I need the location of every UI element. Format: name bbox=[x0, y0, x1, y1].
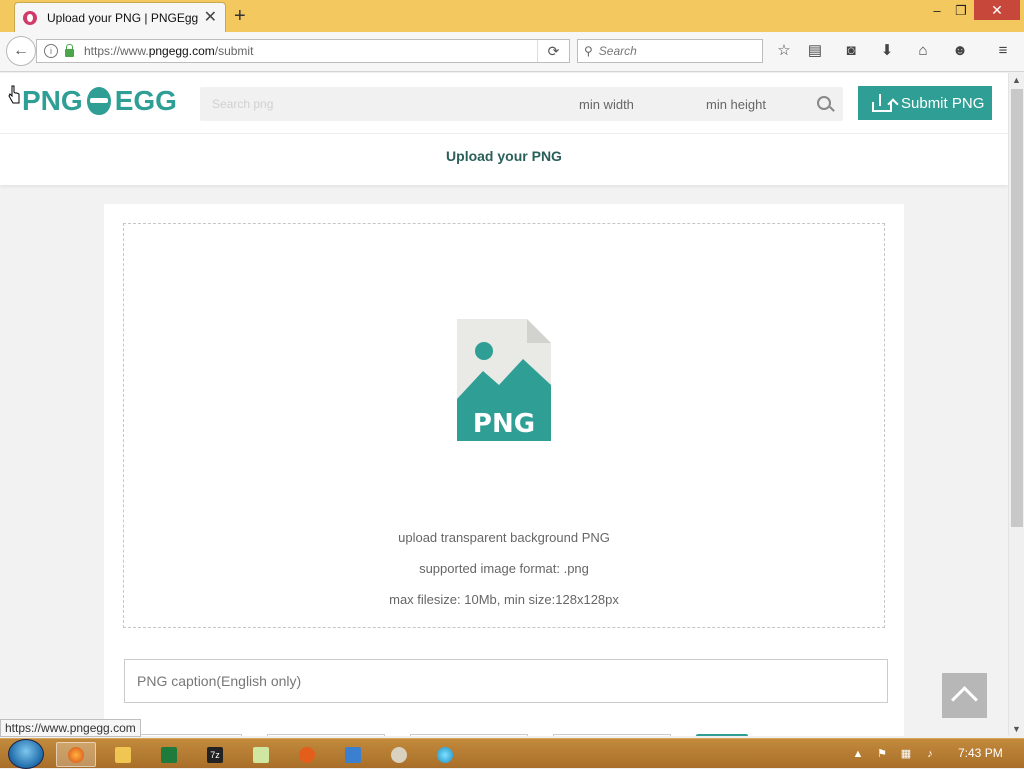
back-button[interactable]: ← bbox=[6, 36, 36, 66]
windows-taskbar: 7z ▲ ⚑ ▦ ♪ 7:43 PM bbox=[0, 738, 1024, 769]
taskbar-notepad[interactable] bbox=[241, 742, 281, 767]
start-button[interactable] bbox=[8, 739, 44, 769]
taskbar-remote-desktop[interactable] bbox=[333, 742, 373, 767]
browser-navbar: ← i https://www.pngegg.com/submit ⟳ ⚲ Se… bbox=[0, 32, 1024, 72]
restore-window-icon[interactable]: ❐ bbox=[948, 3, 974, 23]
tray-flag-icon[interactable]: ⚑ bbox=[875, 747, 889, 761]
form-field-4[interactable] bbox=[553, 734, 671, 736]
submit-png-button[interactable]: Submit PNG bbox=[858, 86, 992, 120]
site-search-icon[interactable] bbox=[817, 96, 831, 110]
page-scrollbar[interactable]: ▲ ▼ bbox=[1008, 73, 1024, 736]
back-to-top-button[interactable] bbox=[942, 673, 987, 718]
browser-search-placeholder: Search bbox=[598, 44, 637, 58]
logo-text-left: PNG bbox=[22, 85, 83, 116]
site-header: PNG EGG Search png min width min height … bbox=[0, 73, 1008, 133]
scroll-up-icon[interactable]: ▲ bbox=[1012, 75, 1021, 85]
hello-chat-icon[interactable]: ☻ bbox=[950, 41, 970, 61]
url-prefix: https://www. bbox=[84, 44, 149, 58]
png-caption-input[interactable]: PNG caption(English only) bbox=[124, 659, 888, 703]
url-path: /submit bbox=[214, 44, 254, 58]
taskbar-excel[interactable] bbox=[149, 742, 189, 767]
taskbar-globe[interactable] bbox=[425, 742, 465, 767]
form-submit-button[interactable] bbox=[696, 734, 748, 736]
lock-icon bbox=[65, 43, 74, 57]
tray-volume-icon[interactable]: ♪ bbox=[923, 747, 937, 761]
tool-icon bbox=[391, 746, 407, 763]
notepad-icon bbox=[253, 746, 269, 763]
close-tab-icon[interactable]: ✕ bbox=[204, 9, 217, 26]
url-text[interactable]: https://www.pngegg.com/submit bbox=[84, 44, 537, 58]
page-subheader: Upload your PNG bbox=[0, 133, 1008, 185]
browser-search-bar[interactable]: ⚲ Search bbox=[577, 39, 763, 63]
upload-dropzone[interactable]: PNG upload transparent background PNG su… bbox=[123, 223, 885, 628]
home-icon[interactable]: ⌂ bbox=[913, 41, 933, 61]
url-domain: pngegg.com bbox=[148, 44, 215, 58]
png-file-icon: PNG bbox=[457, 319, 551, 441]
taskbar-firefox[interactable] bbox=[56, 742, 96, 767]
form-field-3[interactable] bbox=[410, 734, 528, 736]
excel-icon bbox=[161, 746, 177, 763]
status-link-tooltip: https://www.pngegg.com bbox=[0, 719, 141, 737]
taskbar-clock[interactable]: 7:43 PM bbox=[958, 746, 1003, 760]
page-title: Upload your PNG bbox=[446, 148, 562, 164]
min-height-input[interactable]: min height bbox=[706, 97, 766, 112]
browser-titlebar: Upload your PNG | PNGEgg ✕ + – ❐ ✕ bbox=[0, 0, 1024, 32]
magnifier-icon bbox=[299, 746, 315, 763]
egg-mascot-icon bbox=[86, 87, 111, 115]
7zip-icon: 7z bbox=[207, 746, 223, 763]
menu-hamburger-icon[interactable]: ≡ bbox=[993, 41, 1013, 61]
taskbar-tool[interactable] bbox=[379, 742, 419, 767]
taskbar-search-app[interactable] bbox=[287, 742, 327, 767]
reading-list-icon[interactable]: ▤ bbox=[805, 41, 825, 61]
png-icon-label: PNG bbox=[473, 409, 535, 439]
site-search-bar: Search png min width min height bbox=[200, 87, 843, 121]
site-info-icon[interactable]: i bbox=[44, 44, 58, 58]
downloads-icon[interactable]: ⬇ bbox=[877, 41, 897, 61]
dropzone-line-1: upload transparent background PNG bbox=[398, 530, 610, 545]
tab-title: Upload your PNG | PNGEgg bbox=[47, 10, 199, 25]
pngegg-logo[interactable]: PNG EGG bbox=[22, 85, 177, 117]
new-tab-icon[interactable]: + bbox=[234, 6, 246, 26]
logo-text-right: EGG bbox=[114, 85, 177, 116]
close-window-button[interactable]: ✕ bbox=[974, 0, 1020, 20]
reload-icon[interactable]: ⟳ bbox=[537, 40, 569, 62]
firefox-icon bbox=[68, 746, 84, 763]
hand-cursor-icon bbox=[8, 85, 20, 104]
form-field-1[interactable] bbox=[124, 734, 242, 736]
upload-icon bbox=[872, 94, 899, 112]
scroll-down-icon[interactable]: ▼ bbox=[1012, 724, 1021, 734]
form-field-2[interactable] bbox=[267, 734, 385, 736]
site-search-input[interactable]: Search png bbox=[212, 97, 273, 111]
browser-tab-active[interactable]: Upload your PNG | PNGEgg ✕ bbox=[14, 2, 226, 32]
bookmark-star-icon[interactable]: ☆ bbox=[774, 41, 794, 61]
scrollbar-thumb[interactable] bbox=[1011, 89, 1023, 527]
minimize-window-icon[interactable]: – bbox=[924, 3, 950, 23]
globe-icon bbox=[437, 746, 453, 763]
min-width-input[interactable]: min width bbox=[579, 97, 634, 112]
dropzone-line-2: supported image format: .png bbox=[419, 561, 589, 576]
search-icon: ⚲ bbox=[584, 44, 593, 58]
submit-png-label: Submit PNG bbox=[901, 94, 985, 112]
taskbar-explorer[interactable] bbox=[103, 742, 143, 767]
monitor-icon bbox=[345, 746, 361, 763]
pocket-icon[interactable]: ◙ bbox=[841, 41, 861, 61]
folder-icon bbox=[115, 746, 131, 763]
pngegg-favicon-icon bbox=[23, 10, 37, 25]
tray-network-icon[interactable]: ▦ bbox=[899, 747, 913, 761]
address-bar[interactable]: i https://www.pngegg.com/submit ⟳ bbox=[36, 39, 570, 63]
tray-expand-icon[interactable]: ▲ bbox=[851, 747, 865, 761]
page-viewport: PNG EGG Search png min width min height … bbox=[0, 73, 1008, 736]
upload-card: PNG upload transparent background PNG su… bbox=[104, 204, 904, 736]
dropzone-line-3: max filesize: 10Mb, min size:128x128px bbox=[389, 592, 619, 607]
taskbar-7zip[interactable]: 7z bbox=[195, 742, 235, 767]
